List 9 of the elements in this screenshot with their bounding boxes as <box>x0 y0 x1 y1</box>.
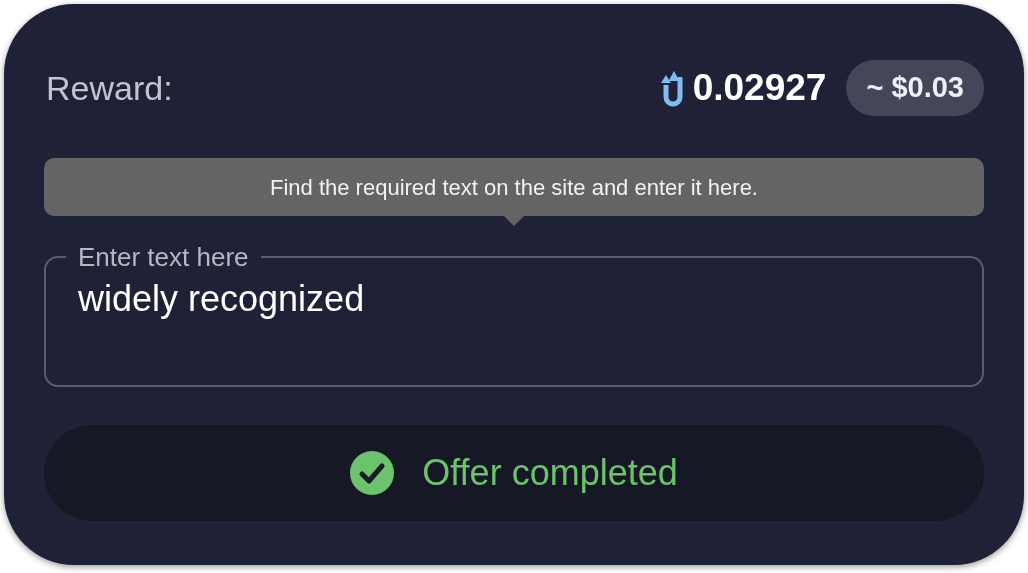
status-button[interactable]: Offer completed <box>44 425 984 521</box>
usd-value: ~ $0.03 <box>846 60 984 116</box>
token-icon <box>660 69 685 107</box>
check-circle-icon <box>350 451 395 495</box>
reward-label: Reward: <box>46 67 173 109</box>
tooltip: Find the required text on the site and enter it here. <box>44 158 984 226</box>
field-label: Enter text here <box>77 242 250 272</box>
reward-amount: 0.02927 <box>692 66 827 111</box>
field-value: widely recognized <box>77 277 366 321</box>
